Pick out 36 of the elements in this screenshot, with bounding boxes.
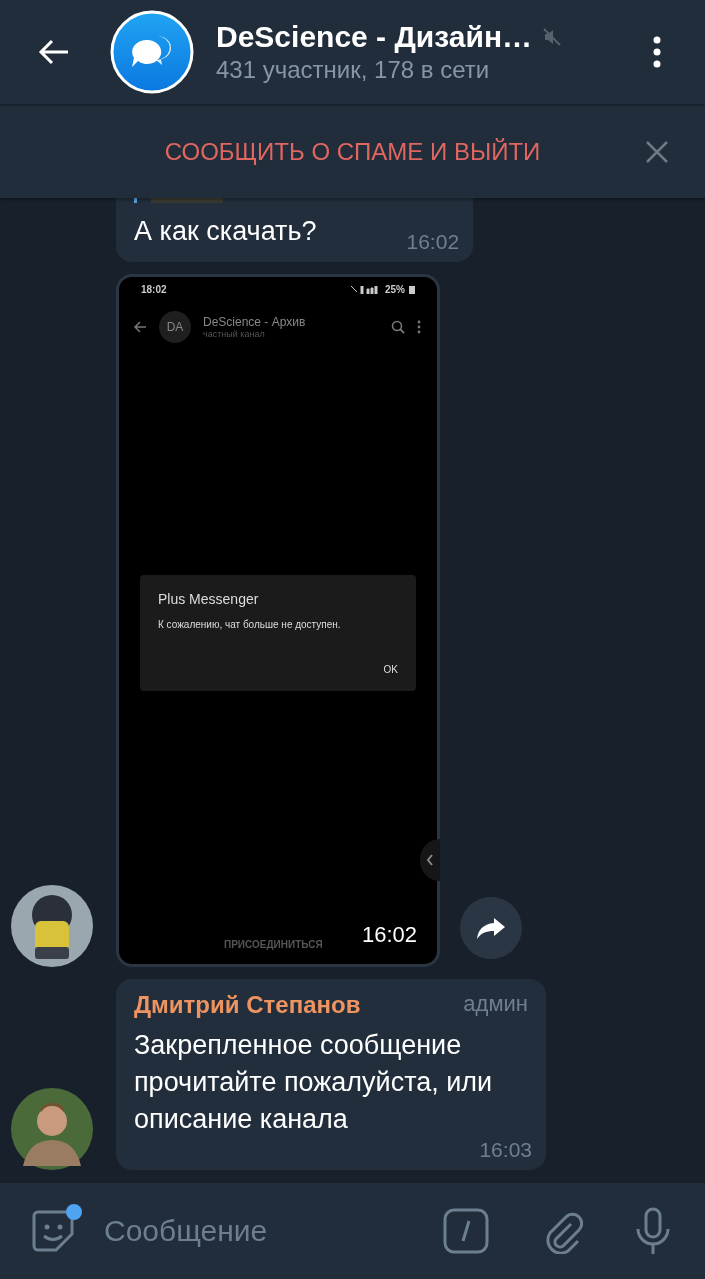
battery-icon [409, 285, 415, 294]
message-time: 16:02 [406, 230, 460, 254]
status-time: 18:02 [141, 284, 167, 295]
role-label: админ [463, 991, 528, 1018]
chat-title: DeScience - Дизайн… [216, 20, 532, 54]
message-time: 16:02 [361, 922, 417, 948]
dialog-message: К сожалению, чат больше не доступен. [158, 619, 342, 630]
forward-icon [476, 916, 506, 940]
group-avatar[interactable] [110, 10, 194, 94]
member-count: 431 участник, 178 в сети [216, 56, 491, 84]
sticker-icon[interactable] [30, 1208, 76, 1254]
menu-icon [417, 320, 421, 334]
sender-name: Дмитрий Степанов [134, 991, 361, 1019]
user-avatar[interactable] [11, 1088, 93, 1170]
channel-avatar: DA [159, 311, 191, 343]
user-avatar[interactable] [11, 885, 93, 967]
chevron-icon [426, 854, 434, 866]
back-icon [133, 321, 147, 333]
menu-icon[interactable] [653, 36, 661, 68]
search-icon [391, 320, 405, 334]
message-time: 16:03 [479, 1138, 532, 1162]
battery-level: 25% [385, 284, 405, 295]
ok-label: OK [383, 664, 398, 675]
microphone-icon[interactable] [635, 1207, 671, 1255]
channel-type: частный канал [203, 329, 266, 339]
channel-name: DeScience - Архив [203, 315, 307, 329]
close-icon[interactable] [645, 140, 669, 164]
signal-icon [351, 285, 381, 294]
join-label: ПРИСОЕДИНИТЬСЯ [224, 939, 323, 950]
report-spam-button[interactable]: СООБЩИТЬ О СПАМЕ И ВЫЙТИ [156, 134, 549, 170]
dialog-title: Plus Messenger [158, 591, 260, 607]
message-text: Закрепленное сообщение прочитайте пожалуйста, или описание канала [134, 1029, 494, 1136]
bot-command-icon[interactable] [443, 1208, 489, 1254]
back-icon[interactable] [38, 38, 70, 66]
message-field[interactable]: Сообщение [102, 1213, 443, 1249]
message-text: А как скачать? [134, 215, 317, 248]
